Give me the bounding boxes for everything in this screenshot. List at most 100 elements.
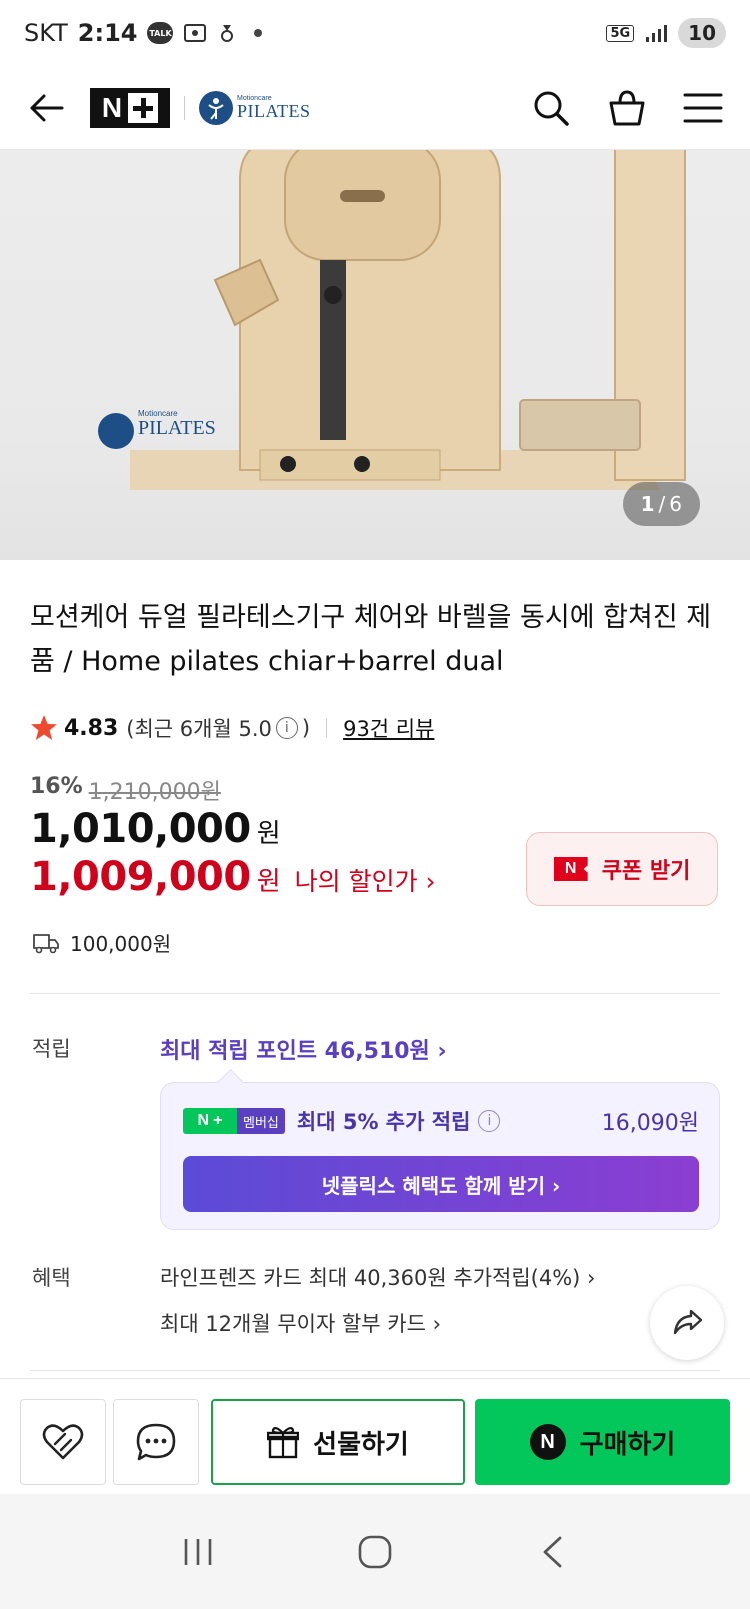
- my-discount-price: 1,009,000 원 나의 할인가 ›: [30, 854, 436, 900]
- buy-label: 구매하기: [579, 1429, 676, 1460]
- sale-price-unit: 원: [256, 819, 281, 849]
- original-price: 1,210,000원: [88, 780, 221, 805]
- delivery-truck-icon: [33, 933, 59, 953]
- more-dot-icon: [251, 22, 275, 44]
- image-counter-separator: /: [658, 492, 666, 516]
- image-watermark-logo: Motioncare PILATES: [138, 410, 216, 439]
- installment-benefit-link[interactable]: 최대 12개월 무이자 할부 카드 ›: [160, 1308, 441, 1338]
- arrow-left-icon: [30, 94, 64, 121]
- recent-apps-button[interactable]: [168, 1522, 228, 1582]
- network-5g-icon: 5G: [606, 24, 635, 42]
- coupon-label: 쿠폰 받기: [601, 859, 691, 884]
- coupon-button[interactable]: N 쿠폰 받기: [526, 832, 718, 906]
- product-title: 모션케어 듀얼 필라테스기구 체어와 바렐을 동시에 합쳐진 제품 / Home…: [30, 602, 712, 677]
- nplus-membership-badge: N + 멤버십: [183, 1108, 285, 1134]
- section-divider: [30, 1370, 720, 1371]
- gift-button[interactable]: 선물하기: [211, 1399, 465, 1485]
- header-actions: [528, 85, 726, 131]
- chat-bubble-icon: [136, 1423, 176, 1461]
- share-icon: [673, 1309, 703, 1335]
- status-right: 5G 10: [606, 18, 726, 48]
- watermark-big-text: PILATES: [138, 417, 216, 439]
- extra-points-text: 최대 5% 추가 적립: [296, 1110, 471, 1134]
- app-header: N Motioncare PILATES: [0, 66, 750, 150]
- brand-emblem-icon: [199, 90, 233, 125]
- menu-button[interactable]: [680, 85, 726, 131]
- recent-rating: (최근 6개월 5.0: [126, 717, 272, 741]
- discount-percent: 16%: [30, 774, 83, 799]
- star-icon: [31, 715, 57, 740]
- search-icon: [534, 91, 569, 126]
- image-counter-total: 6: [669, 492, 682, 516]
- kakaotalk-icon: TALK: [147, 22, 174, 44]
- signal-icon: [644, 22, 668, 44]
- original-price-row: 16% 1,210,000원: [30, 774, 221, 806]
- buy-button[interactable]: N 구매하기: [475, 1399, 730, 1485]
- rating-divider: [326, 718, 328, 738]
- gift-icon: [267, 1426, 300, 1459]
- plus-icon: +: [213, 1112, 223, 1129]
- my-discount-link[interactable]: 나의 할인가 ›: [295, 862, 436, 898]
- info-icon[interactable]: i: [275, 717, 298, 739]
- system-back-button[interactable]: [522, 1522, 582, 1582]
- rating-row: 4.83 (최근 6개월 5.0 i ) 93건 리뷰: [30, 713, 434, 743]
- image-counter-current: 1: [640, 492, 655, 516]
- membership-label: 멤버십: [237, 1108, 285, 1134]
- status-left: SKT 2:14 TALK: [24, 19, 275, 47]
- bottom-action-bar: 선물하기 N 구매하기: [0, 1378, 750, 1494]
- naver-coupon-icon: N: [553, 857, 588, 881]
- chat-button[interactable]: [113, 1399, 199, 1485]
- nplus-badge-mark: N +: [183, 1108, 237, 1134]
- membership-points-box: N + 멤버십 최대 5% 추가 적립 i 16,090원 넷플릭스 혜택도 함께…: [160, 1082, 720, 1230]
- heart-icon: [42, 1424, 84, 1460]
- notification-icon: [217, 22, 241, 44]
- plus-icon: [128, 92, 159, 123]
- brand-logo[interactable]: Motioncare PILATES: [199, 90, 311, 125]
- extra-points-amount: 16,090원: [601, 1111, 699, 1136]
- gift-label: 선물하기: [313, 1429, 409, 1460]
- header-divider: [184, 95, 185, 120]
- nplus-badge-n: N: [197, 1112, 210, 1129]
- recent-apps-icon: [185, 1538, 212, 1565]
- back-button[interactable]: [24, 86, 68, 130]
- netflix-benefit-button[interactable]: 넷플릭스 혜택도 함께 받기 ›: [183, 1156, 699, 1212]
- recent-rating-close: ): [301, 716, 311, 740]
- home-icon: [358, 1535, 392, 1568]
- product-image-gallery[interactable]: Motioncare PILATES 1 / 6: [0, 150, 750, 560]
- carrier-label: SKT: [24, 19, 68, 47]
- clock: 2:14: [77, 19, 138, 47]
- review-count-link[interactable]: 93건 리뷰: [343, 713, 434, 743]
- battery-indicator: 10: [678, 18, 726, 48]
- rating-score: 4.83: [64, 715, 119, 741]
- my-price-unit: 원: [256, 867, 281, 897]
- image-counter: 1 / 6: [622, 482, 700, 526]
- my-price-value: 1,009,000: [30, 854, 251, 900]
- naver-plus-logo[interactable]: N: [90, 87, 170, 128]
- wishlist-button[interactable]: [20, 1399, 106, 1485]
- home-button[interactable]: [345, 1522, 405, 1582]
- screenshot-icon: [183, 22, 207, 44]
- nplus-logo-n: N: [101, 91, 123, 123]
- system-navigation-bar: [0, 1494, 750, 1609]
- brand-big-text: PILATES: [237, 101, 311, 121]
- brand-name: Motioncare PILATES: [237, 95, 311, 120]
- section-divider: [30, 993, 720, 994]
- status-bar: SKT 2:14 TALK 5G 10: [0, 0, 750, 66]
- shopping-bag-icon: [609, 89, 645, 125]
- hamburger-menu-icon: [683, 93, 723, 122]
- chevron-left-icon: [543, 1536, 562, 1567]
- benefits-section-label: 혜택: [32, 1266, 71, 1290]
- naver-n-icon: N: [529, 1424, 566, 1460]
- search-button[interactable]: [528, 85, 574, 131]
- sale-price-value: 1,010,000: [30, 806, 251, 852]
- shipping-fee: 100,000원: [70, 932, 172, 956]
- share-button[interactable]: [650, 1286, 724, 1360]
- sale-price: 1,010,000 원: [30, 806, 281, 852]
- membership-points-row: N + 멤버십 최대 5% 추가 적립 i 16,090원: [183, 1105, 699, 1137]
- cart-button[interactable]: [604, 85, 650, 131]
- info-icon[interactable]: i: [478, 1110, 501, 1132]
- shipping-row: 100,000원: [32, 928, 171, 957]
- card-benefit-link[interactable]: 라인프렌즈 카드 최대 40,360원 추가적립(4%) ›: [160, 1262, 595, 1292]
- max-points-link[interactable]: 최대 적립 포인트 46,510원 ›: [160, 1033, 447, 1065]
- points-section-label: 적립: [32, 1037, 71, 1061]
